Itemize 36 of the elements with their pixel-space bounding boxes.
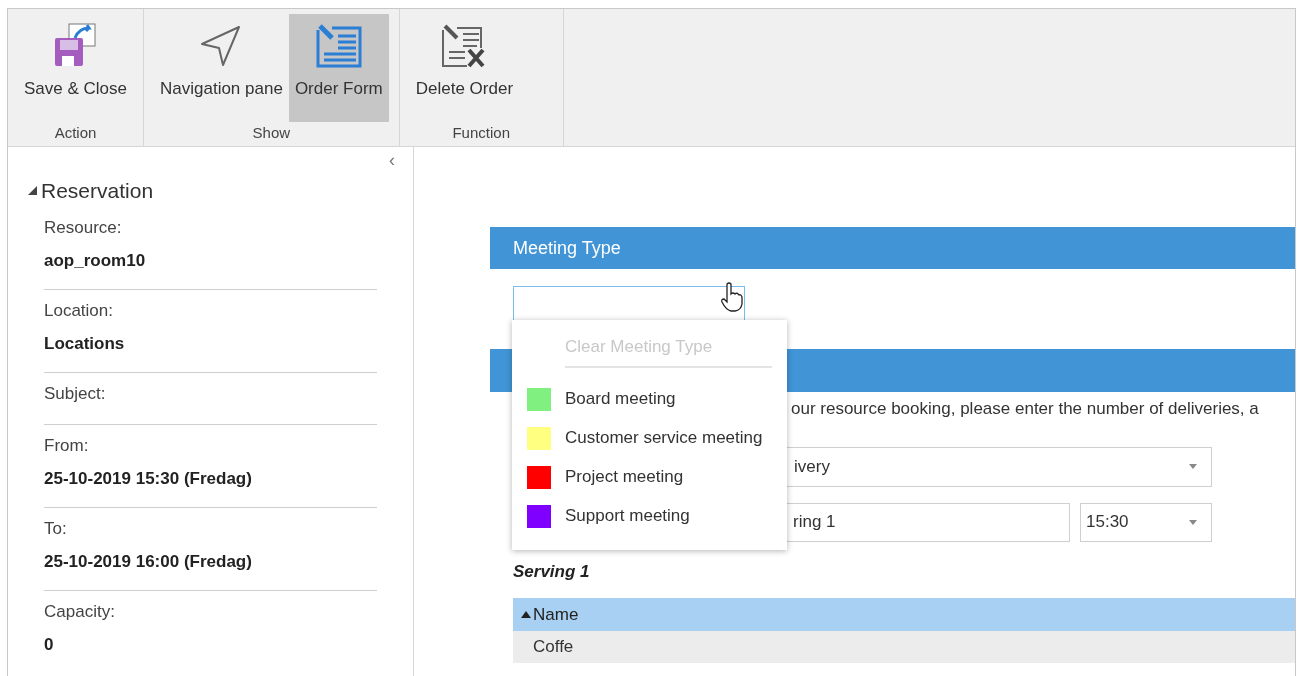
table-cell-text: Coffe <box>533 636 574 659</box>
dropdown-arrow-icon <box>1189 464 1197 469</box>
menu-item[interactable]: Board meeting <box>527 379 772 419</box>
column-header[interactable]: Name <box>513 598 1295 631</box>
ribbon-button[interactable]: Delete Order <box>409 14 520 122</box>
section-header[interactable]: Reservation <box>28 175 154 207</box>
field-value: 0 <box>44 634 55 656</box>
form-icon <box>315 24 362 68</box>
field-label: From: <box>44 434 90 457</box>
description-text: our resource booking, please enter the number of deliveries, a <box>791 398 1259 420</box>
group-label: Show <box>251 123 292 143</box>
field-value: aop_room10 <box>44 250 147 272</box>
dropdown-arrow-icon <box>1189 519 1197 525</box>
hand-cursor-icon <box>720 282 744 312</box>
ribbon-button[interactable]: Order Form <box>288 14 389 122</box>
group-label: Action <box>53 123 98 143</box>
menu-item[interactable]: Project meeting <box>527 457 772 497</box>
field-label: Location: <box>44 299 114 322</box>
menu-item[interactable]: Customer service meeting <box>527 418 772 458</box>
collapse-button[interactable]: ‹ <box>389 151 395 169</box>
field-value: 25-10-2019 15:30 (Fredag) <box>44 468 253 490</box>
section-header-bar: Meeting Type <box>490 227 1295 269</box>
expanded-icon <box>28 186 37 196</box>
field-label: Subject: <box>44 382 107 405</box>
group-label: Function <box>451 123 511 143</box>
subsection-title: Serving 1 <box>513 560 591 583</box>
field-label: Capacity: <box>44 600 116 623</box>
table-row[interactable]: Coffe <box>513 631 1295 663</box>
field-value: Locations <box>44 333 126 355</box>
field-label: Resource: <box>44 216 123 239</box>
time-select[interactable]: 15:30 <box>1080 502 1212 542</box>
ribbon-button[interactable]: Save & Close <box>18 14 133 122</box>
field-label: To: <box>44 517 68 540</box>
sort-ascending-icon <box>521 611 531 618</box>
ribbon-button[interactable]: Navigation pane <box>154 14 289 122</box>
field-value: 25-10-2019 16:00 (Fredag) <box>44 551 253 573</box>
